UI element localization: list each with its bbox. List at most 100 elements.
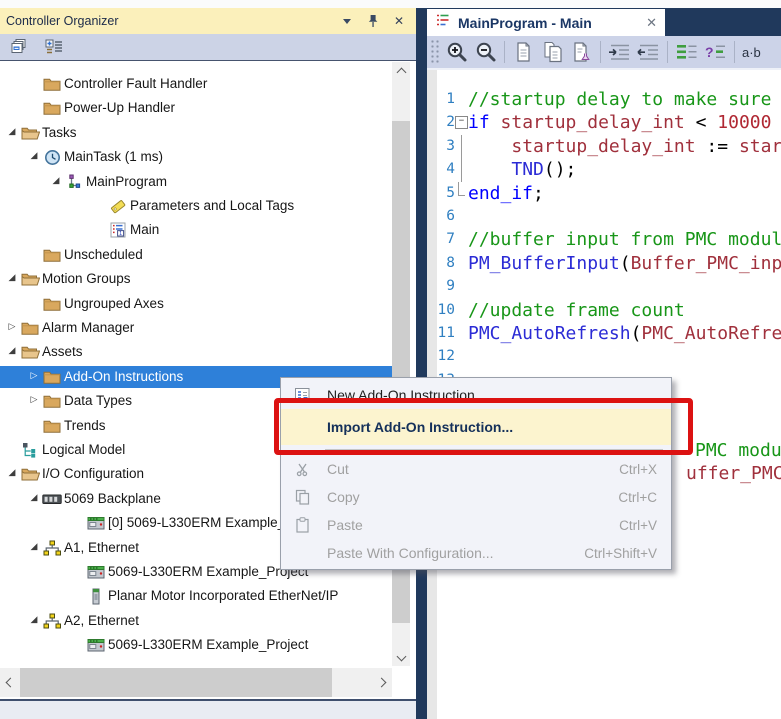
code-line-1[interactable]: 1//startup delay to make sure <box>437 88 781 111</box>
routine-icon <box>435 13 451 33</box>
tab-close-icon[interactable]: ✕ <box>646 15 657 31</box>
tree-item-planar-motor-incorporated-ethernet-ip[interactable]: Planar Motor Incorporated EtherNet/IP <box>0 585 392 607</box>
tree-vertical-scrollbar[interactable] <box>392 62 410 666</box>
code-line-11[interactable]: 11PMC_AutoRefresh(PMC_AutoRefresh_input)… <box>437 322 781 345</box>
outdent-button[interactable] <box>634 38 663 66</box>
scroll-left-icon[interactable] <box>0 668 18 697</box>
tab-mainprogram-main[interactable]: MainProgram - Main ✕ <box>427 9 665 36</box>
window-position-chevron-down-icon[interactable] <box>340 14 354 28</box>
zoom-out-button[interactable] <box>471 38 500 66</box>
code-text: end_if; <box>468 182 544 205</box>
menu-item-cut[interactable]: CutCtrl+X <box>281 455 671 483</box>
code-line-6[interactable]: 6 <box>437 205 781 228</box>
ethernet-icon <box>42 539 62 557</box>
folder-open-icon <box>20 124 40 142</box>
editor-toolbar: ? a·b <box>427 36 781 70</box>
close-icon[interactable]: ✕ <box>392 14 406 28</box>
toolbar-separator <box>600 41 601 63</box>
menu-item-shortcut: Ctrl+V <box>619 518 657 533</box>
tree-item-parameters-and-local-tags[interactable]: Parameters and Local Tags <box>0 195 392 217</box>
zoom-in-button[interactable] <box>442 38 471 66</box>
ab-button[interactable]: a·b <box>739 38 768 66</box>
tree-item-tasks[interactable]: ◢Tasks <box>0 122 392 144</box>
tree-item-unscheduled[interactable]: Unscheduled <box>0 244 392 266</box>
fold-margin <box>455 275 468 298</box>
code-line-2[interactable]: 2−if startup_delay_int < 10000 <box>437 111 781 134</box>
expand-arrow-icon[interactable]: ▷ <box>6 321 18 332</box>
menu-item-paste-with-configuration[interactable]: Paste With Configuration...Ctrl+Shift+V <box>281 539 671 567</box>
svg-text:?: ? <box>705 44 714 60</box>
scroll-up-icon[interactable] <box>392 62 410 79</box>
toolbar-grip-handle[interactable] <box>430 39 440 65</box>
collapse-arrow-icon[interactable]: ◢ <box>6 272 18 283</box>
tree-item-ungrouped-axes[interactable]: Ungrouped Axes <box>0 293 392 315</box>
menu-item-copy[interactable]: CopyCtrl+C <box>281 483 671 511</box>
tree-item-alarm-manager[interactable]: ▷Alarm Manager <box>0 317 392 339</box>
line-number: 2 <box>437 111 455 134</box>
fold-marker-icon[interactable]: − <box>455 111 468 134</box>
menu-item-label: Cut <box>327 461 349 477</box>
tree-item-assets[interactable]: ◢Assets <box>0 341 392 363</box>
uncomment-lines-icon: ? <box>704 43 728 61</box>
panel-title-bar[interactable]: Controller Organizer ✕ <box>0 8 416 34</box>
doc-check-button[interactable] <box>567 38 596 66</box>
code-line-4[interactable]: 4 TND(); <box>437 158 781 181</box>
scroll-down-icon[interactable] <box>392 649 410 666</box>
code-line-5[interactable]: 5end_if; <box>437 182 781 205</box>
horizontal-scroll-thumb[interactable] <box>20 668 332 697</box>
paste-icon <box>295 517 310 533</box>
folder-icon <box>42 99 62 117</box>
menu-item-shortcut: Ctrl+Shift+V <box>584 546 657 561</box>
menu-item-paste[interactable]: PasteCtrl+V <box>281 511 671 539</box>
tree-item-a2-ethernet[interactable]: ◢A2, Ethernet <box>0 610 392 632</box>
folder-icon <box>42 368 62 386</box>
tree-item-label: Data Types <box>64 393 132 408</box>
code-line-7[interactable]: 7//buffer input from PMC module <box>437 228 781 251</box>
tree-item-main[interactable]: 1Main <box>0 219 392 241</box>
new-component-button[interactable] <box>42 36 66 58</box>
collapse-arrow-icon[interactable]: ◢ <box>28 492 40 503</box>
scroll-right-icon[interactable] <box>374 668 392 697</box>
collapse-arrow-icon[interactable]: ◢ <box>50 175 62 186</box>
code-line-3[interactable]: 3 startup_delay_int := startup_delay_int… <box>437 135 781 158</box>
tree-item-motion-groups[interactable]: ◢Motion Groups <box>0 268 392 290</box>
code-line-8[interactable]: 8PM_BufferInput(Buffer_PMC_input); <box>437 252 781 275</box>
indent-button[interactable] <box>605 38 634 66</box>
folder-icon <box>42 295 62 313</box>
collapse-arrow-icon[interactable]: ◢ <box>6 126 18 137</box>
code-text: TND(); <box>468 158 576 181</box>
tree-item-5069-l330erm-example-project[interactable]: 5069-L330ERM Example_Project <box>0 634 392 656</box>
svg-text:1: 1 <box>119 231 122 237</box>
expand-arrow-icon[interactable]: ▷ <box>28 370 40 381</box>
auto-hide-pin-icon[interactable] <box>366 14 380 28</box>
tree-item-label: Add-On Instructions <box>64 369 183 384</box>
menu-item-new-add-on-instruction[interactable]: New Add-On Instruction... <box>281 381 671 409</box>
code-text: if startup_delay_int < 10000 <box>468 111 771 134</box>
fold-margin <box>455 322 468 345</box>
collapse-arrow-icon[interactable]: ◢ <box>28 541 40 552</box>
collapse-arrow-icon[interactable]: ◢ <box>28 150 40 161</box>
tree-item-maintask-1-ms[interactable]: ◢MainTask (1 ms) <box>0 146 392 168</box>
fold-margin <box>455 228 468 251</box>
menu-item-import-add-on-instruction[interactable]: Import Add-On Instruction... <box>281 409 671 445</box>
code-line-12[interactable]: 12 <box>437 345 781 368</box>
tree-item-mainprogram[interactable]: ◢MainProgram <box>0 171 392 193</box>
tree-item-power-up-handler[interactable]: Power-Up Handler <box>0 97 392 119</box>
comment-lines-button[interactable] <box>672 38 701 66</box>
tree-horizontal-scrollbar[interactable] <box>0 668 392 697</box>
uncomment-lines-button[interactable]: ? <box>701 38 730 66</box>
doc-copy-button[interactable] <box>538 38 567 66</box>
collapse-arrow-icon[interactable]: ◢ <box>6 345 18 356</box>
cascade-button[interactable] <box>8 36 32 58</box>
expand-arrow-icon[interactable]: ▷ <box>28 394 40 405</box>
app-window: Controller Organizer ✕ Controller Fault … <box>0 0 781 719</box>
code-line-10[interactable]: 10//update frame count <box>437 299 781 322</box>
context-menu: New Add-On Instruction...Import Add-On I… <box>280 377 672 570</box>
code-line-9[interactable]: 9 <box>437 275 781 298</box>
tree-item-label: 5069-L330ERM Example_Project <box>108 637 308 652</box>
tree-item-controller-fault-handler[interactable]: Controller Fault Handler <box>0 73 392 95</box>
fold-margin <box>455 252 468 275</box>
doc-new-button[interactable] <box>509 38 538 66</box>
collapse-arrow-icon[interactable]: ◢ <box>28 614 40 625</box>
collapse-arrow-icon[interactable]: ◢ <box>6 467 18 478</box>
